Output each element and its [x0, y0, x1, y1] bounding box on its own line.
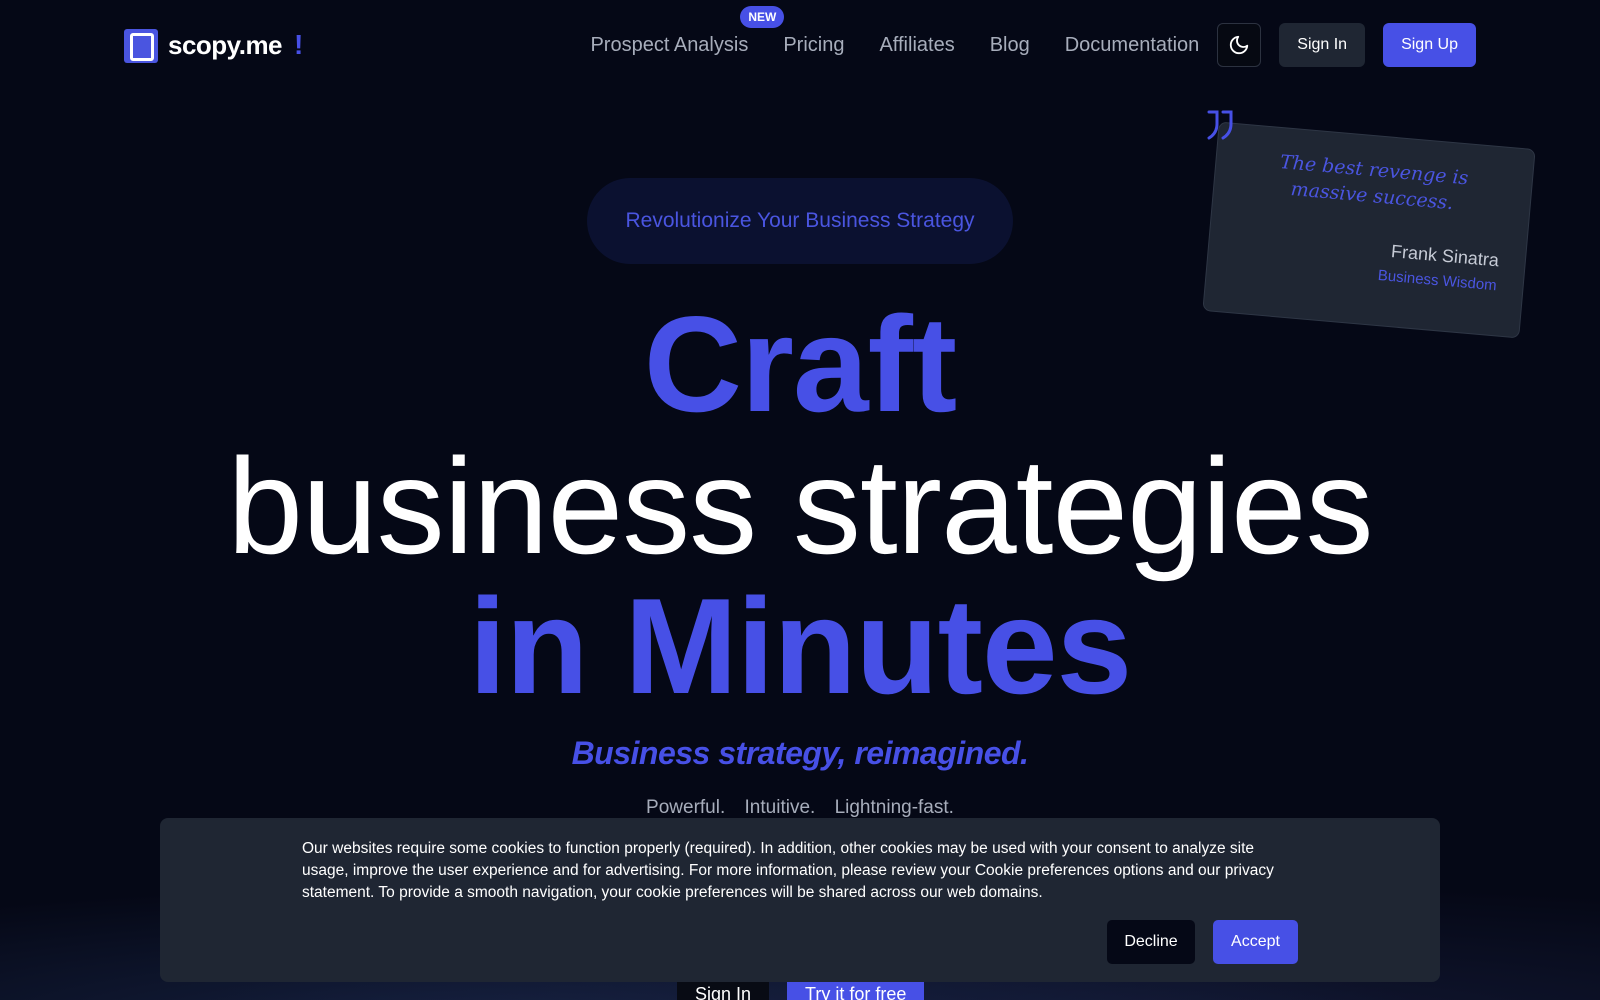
moon-icon: [1230, 35, 1249, 55]
nav-item-documentation[interactable]: Documentation: [1065, 34, 1200, 57]
new-badge: NEW: [740, 5, 785, 28]
hero-title-minutes: in Minutes: [468, 570, 1132, 722]
nav-item-label: Prospect Analysis: [590, 33, 749, 56]
accept-button[interactable]: Accept: [1213, 920, 1298, 964]
nav-item-affiliates[interactable]: Affiliates: [879, 34, 954, 57]
logo-icon: [124, 27, 160, 63]
theme-toggle-button[interactable]: [1217, 23, 1262, 67]
cookie-banner: Our websites require some cookies to fun…: [160, 818, 1440, 982]
hero-pill: Revolutionize Your Business Strategy: [587, 178, 1013, 264]
nav-item-prospect-analysis[interactable]: Prospect Analysis NEW: [590, 5, 785, 57]
sign-up-button[interactable]: Sign Up: [1383, 23, 1476, 67]
hero-title-business: business strategies: [227, 430, 1373, 582]
main-nav: Prospect Analysis NEW Pricing Affiliates…: [590, 5, 1476, 67]
subtag-powerful: Powerful.: [646, 797, 726, 818]
nav-item-blog[interactable]: Blog: [990, 34, 1030, 57]
cookie-text: Our websites require some cookies to fun…: [302, 840, 1274, 901]
brand-suffix: !: [294, 29, 304, 60]
quote-text: The best revenge is massive success.: [1279, 151, 1470, 214]
subtag-intuitive: Intuitive.: [744, 797, 816, 818]
hero-tagline: Business strategy, reimagined.: [571, 735, 1029, 771]
site-header: scopy.me ! Prospect Analysis NEW Pricing…: [124, 5, 1476, 68]
decline-button[interactable]: Decline: [1107, 920, 1195, 964]
subtag-lightning-fast: Lightning-fast.: [834, 797, 954, 818]
hero-subtags: Powerful. Intuitive. Lightning-fast.: [0, 797, 1600, 819]
brand-name: scopy.me: [168, 29, 283, 60]
nav-item-pricing[interactable]: Pricing: [783, 34, 844, 57]
sign-in-button[interactable]: Sign In: [1279, 23, 1366, 67]
hero-title-craft: Craft: [643, 288, 957, 440]
quote-icon: [1207, 110, 1233, 140]
brand-logo[interactable]: scopy.me !: [124, 27, 303, 63]
